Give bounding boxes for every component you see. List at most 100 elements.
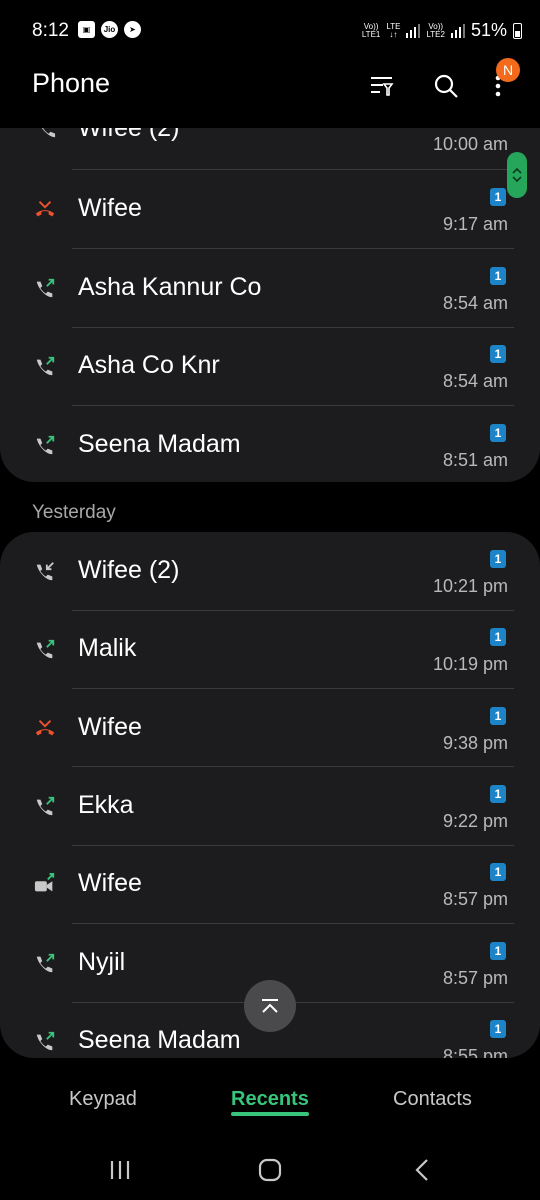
gallery-icon: ▣ — [78, 21, 95, 38]
fast-scroll-handle[interactable] — [507, 152, 527, 198]
signal1-icon — [406, 23, 421, 38]
sim1-badge: 1 — [490, 1020, 506, 1038]
outgoing-call-icon — [36, 796, 55, 816]
call-row[interactable]: Malik 1 10:19 pm — [0, 610, 540, 688]
call-row[interactable]: Asha Co Knr 1 8:54 am — [0, 327, 540, 405]
recent-apps-button[interactable] — [100, 1150, 140, 1190]
search-icon — [434, 74, 458, 98]
app-bar: Phone — [0, 60, 540, 110]
sim1-indicator: Vo)) LTE1 — [361, 22, 381, 39]
call-time: 8:57 pm — [442, 889, 508, 909]
sim1-badge: 1 — [490, 345, 506, 363]
contact-name: Wifee — [78, 869, 142, 897]
contact-name: Nyjil — [78, 948, 126, 976]
call-time: 10:21 pm — [432, 576, 508, 596]
notification-badge: N — [496, 58, 520, 82]
call-row[interactable]: Wifee 1 9:38 pm — [0, 689, 540, 767]
call-row[interactable]: Wifee 1 8:57 pm — [0, 845, 540, 923]
outgoing-call-icon — [36, 278, 55, 298]
call-row[interactable]: Wifee (2) 10:00 am — [0, 128, 540, 168]
battery-icon — [513, 22, 522, 39]
video-call-outgoing-icon — [34, 873, 55, 892]
sim1-badge: 1 — [490, 550, 506, 568]
section-header-yesterday: Yesterday — [32, 502, 116, 523]
outgoing-call-icon — [36, 435, 55, 455]
data-arrows: ↓↑ — [389, 29, 398, 39]
sim1-badge: 1 — [490, 707, 506, 725]
sim1-lte-label: LTE1 — [361, 29, 381, 39]
scroll-to-top-button[interactable] — [244, 980, 296, 1032]
lte-indicator: LTE ↓↑ — [386, 22, 400, 39]
chevron-down-icon — [512, 176, 522, 183]
contact-name: Malik — [78, 634, 137, 662]
sim2-indicator: Vo)) LTE2 — [426, 22, 445, 39]
back-icon — [415, 1159, 428, 1181]
contact-name: Asha Kannur Co — [78, 273, 262, 301]
outgoing-call-icon — [36, 953, 55, 973]
scroll-to-top-icon — [262, 999, 278, 1013]
call-time: 10:00 am — [432, 134, 508, 154]
missed-call-icon — [35, 720, 55, 736]
sim1-badge: 1 — [490, 942, 506, 960]
recent-apps-icon — [110, 1161, 130, 1179]
contact-name: Asha Co Knr — [78, 351, 220, 379]
tab-recents[interactable]: Recents — [231, 1088, 309, 1111]
signal2-icon — [450, 23, 465, 38]
sim1-badge: 1 — [490, 188, 506, 206]
contact-name: Ekka — [78, 791, 134, 819]
bottom-tabs: Keypad Recents Contacts — [0, 1060, 540, 1140]
outgoing-call-icon — [36, 1031, 55, 1051]
call-row[interactable]: Wifee 1 9:17 am — [0, 170, 540, 248]
incoming-call-icon — [36, 562, 54, 581]
call-time: 8:55 pm — [442, 1046, 508, 1058]
back-button[interactable] — [402, 1150, 442, 1190]
sim1-badge: 1 — [490, 424, 506, 442]
filter-icon — [371, 77, 394, 96]
sim1-badge: 1 — [490, 267, 506, 285]
sim2-lte-label: LTE2 — [426, 29, 445, 39]
jio-icon: Jio — [101, 21, 118, 38]
home-button[interactable] — [250, 1150, 290, 1190]
chevron-up-icon — [512, 167, 522, 174]
today-calls-card: Wifee (2) 10:00 am Wifee 1 9:17 am Asha … — [0, 128, 540, 482]
contact-name: Wifee (2) — [78, 128, 180, 142]
contact-name: Wifee — [78, 194, 142, 222]
call-time: 8:54 am — [442, 371, 508, 391]
outgoing-call-icon — [36, 639, 55, 659]
tab-keypad[interactable]: Keypad — [69, 1088, 137, 1111]
call-time: 9:17 am — [442, 214, 508, 234]
status-bar: 8:12 ▣ Jio ➤ Vo)) LTE1 LTE ↓↑ Vo)) LTE2 … — [0, 0, 540, 60]
call-time: 10:19 pm — [432, 654, 508, 674]
battery-percent: 51% — [470, 20, 507, 40]
incoming-call-icon — [41, 128, 56, 138]
active-tab-indicator — [231, 1112, 309, 1116]
filter-button[interactable] — [362, 66, 402, 106]
status-time: 8:12 — [32, 20, 69, 41]
call-time: 8:51 am — [442, 450, 508, 470]
call-time: 9:22 pm — [442, 811, 508, 831]
call-time: 9:38 pm — [442, 733, 508, 753]
contact-name: Seena Madam — [78, 1026, 241, 1054]
sim1-badge: 1 — [490, 863, 506, 881]
telegram-icon: ➤ — [124, 21, 141, 38]
contact-name: Wifee — [78, 713, 142, 741]
sim1-badge: 1 — [490, 785, 506, 803]
page-title: Phone — [32, 68, 111, 98]
home-icon — [258, 1158, 282, 1182]
status-right-icons: Vo)) LTE1 LTE ↓↑ Vo)) LTE2 51% — [362, 20, 522, 41]
outgoing-call-icon — [36, 356, 55, 376]
tab-contacts[interactable]: Contacts — [393, 1088, 472, 1111]
call-time: 8:57 pm — [442, 968, 508, 988]
call-row[interactable]: Wifee (2) 1 10:21 pm — [0, 532, 540, 610]
contact-name: Seena Madam — [78, 430, 241, 458]
contact-name: Wifee (2) — [78, 556, 180, 584]
call-row[interactable]: Ekka 1 9:22 pm — [0, 767, 540, 845]
system-nav-bar — [0, 1140, 540, 1200]
missed-call-icon — [35, 201, 55, 217]
call-time: 8:54 am — [442, 293, 508, 313]
call-row[interactable]: Seena Madam 1 8:51 am — [0, 406, 540, 482]
search-button[interactable] — [426, 66, 466, 106]
status-left-icons: ▣ Jio ➤ — [78, 21, 141, 38]
call-row[interactable]: Asha Kannur Co 1 8:54 am — [0, 249, 540, 327]
sim1-badge: 1 — [490, 628, 506, 646]
